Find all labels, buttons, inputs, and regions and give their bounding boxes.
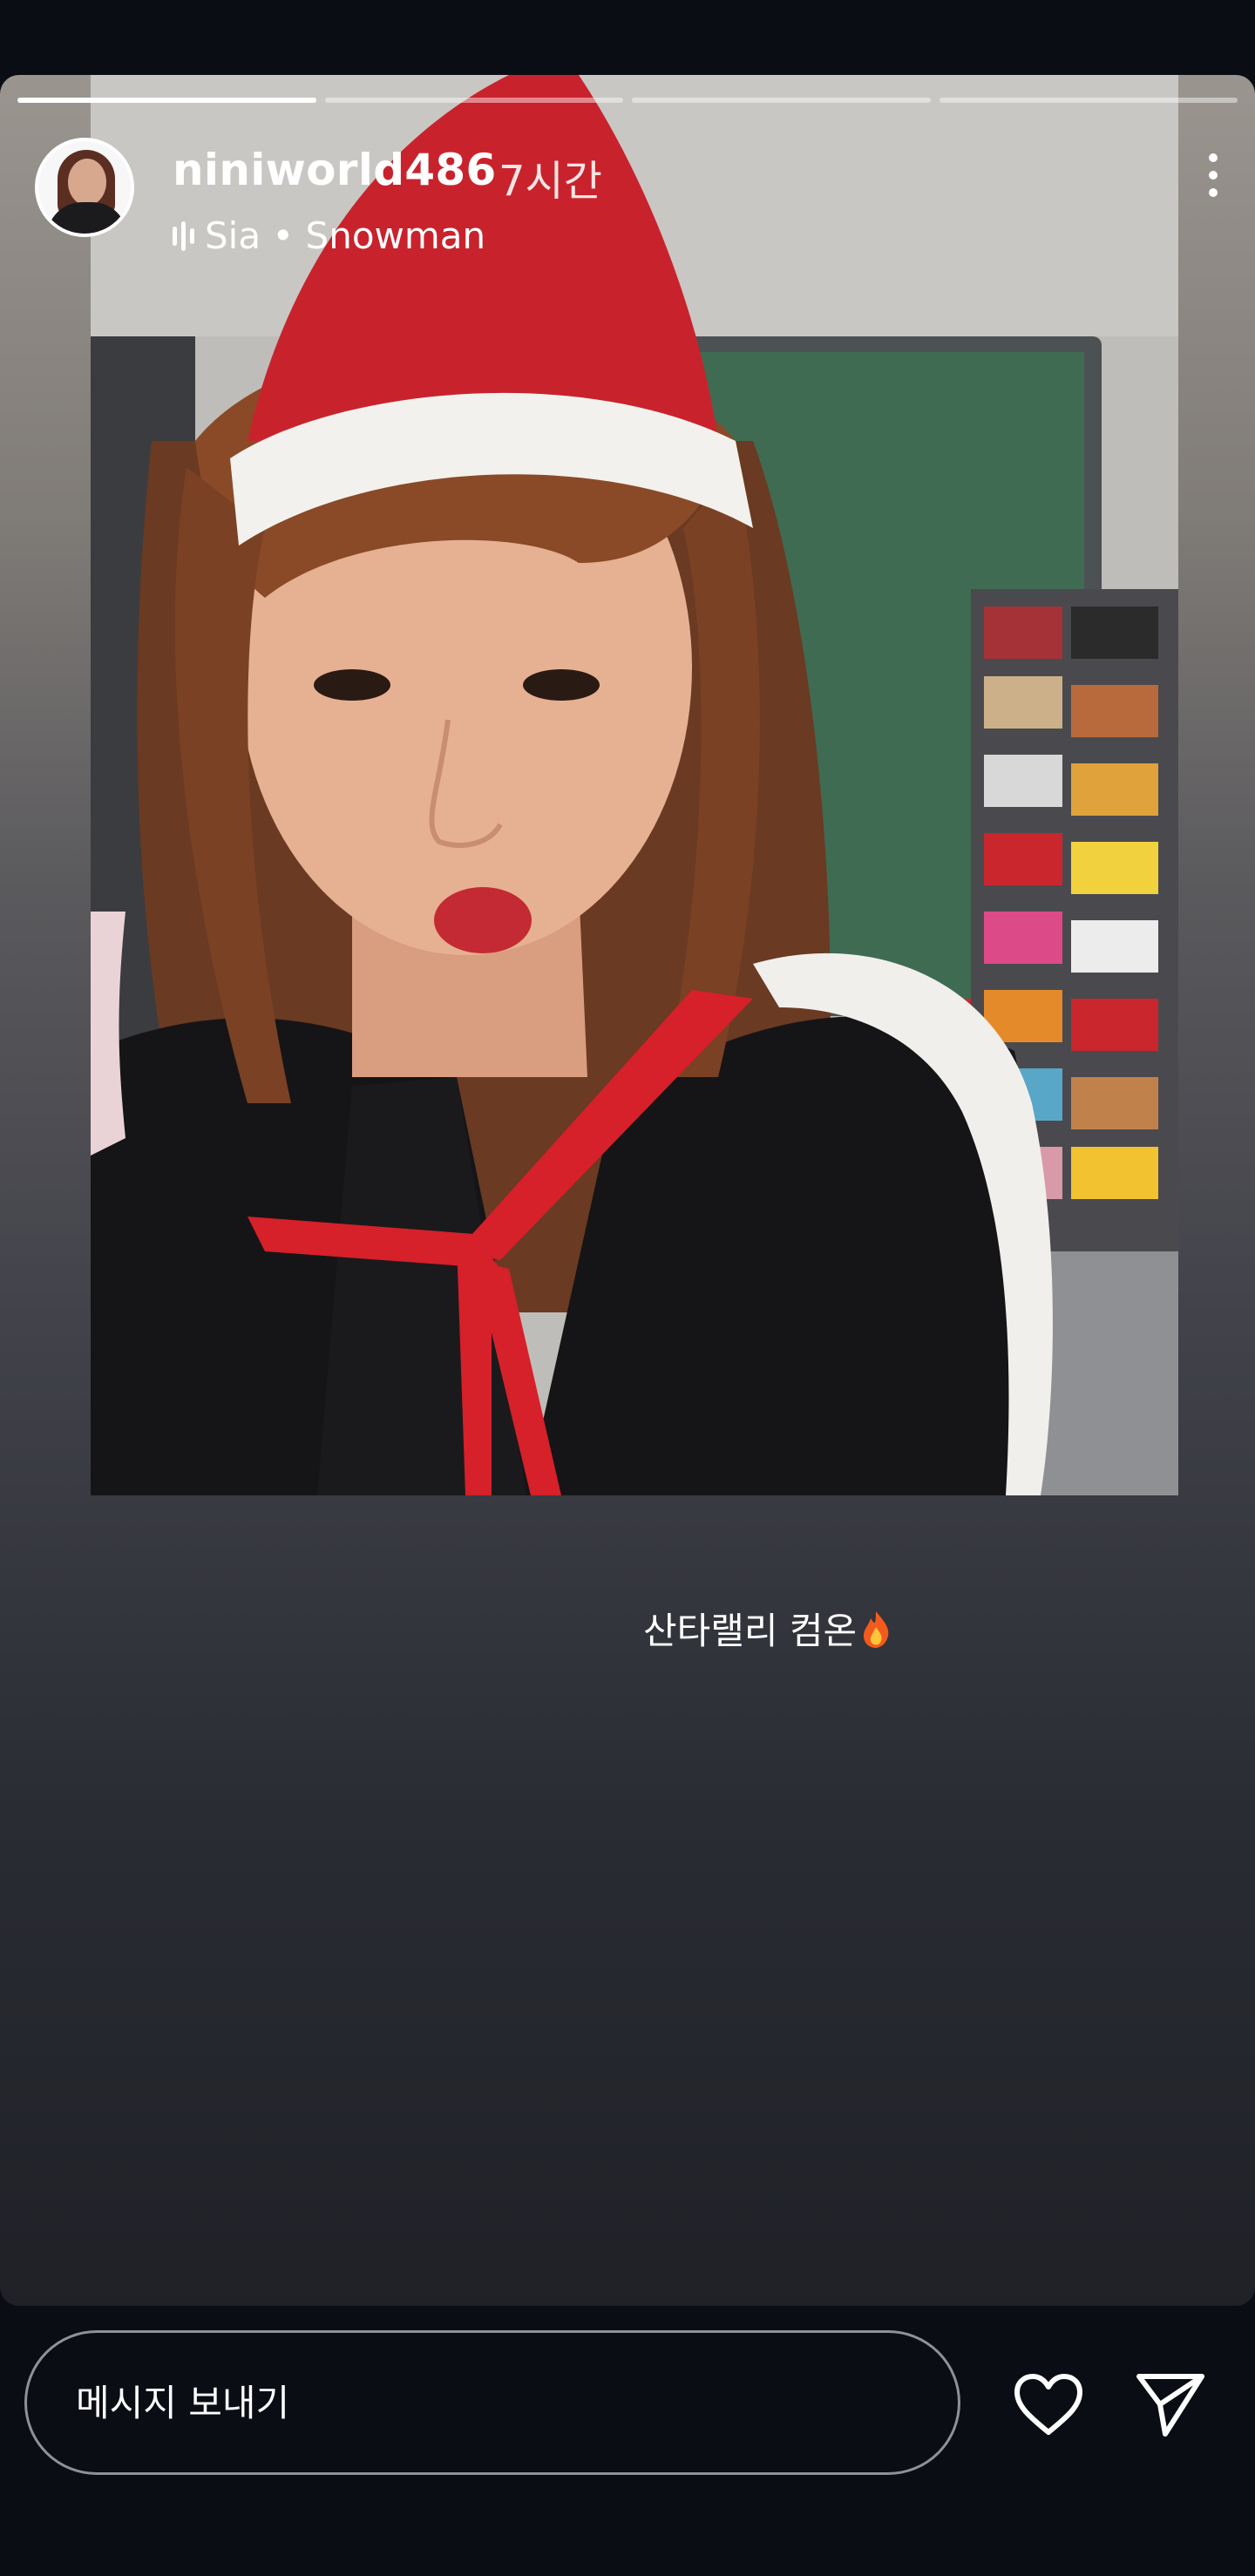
reply-bar <box>0 2306 1255 2576</box>
progress-segment-1 <box>17 98 316 103</box>
more-vertical-icon[interactable] <box>1203 153 1224 206</box>
music-title: Sia • Snowman <box>205 214 486 257</box>
avatar-face <box>68 159 106 206</box>
progress-segment-3 <box>632 98 931 103</box>
username[interactable]: niniworld486 <box>173 145 497 195</box>
audio-waveform-icon <box>173 220 194 251</box>
music-info[interactable]: Sia • Snowman <box>173 214 485 257</box>
message-input[interactable] <box>24 2330 960 2475</box>
avatar[interactable] <box>35 138 134 237</box>
fire-emoji-icon <box>860 1610 892 1648</box>
story-photo <box>91 75 1178 1495</box>
story-header: niniworld486 7시간 Sia • Snowman <box>35 127 1220 257</box>
story-progress-bar <box>17 98 1238 103</box>
progress-segment-4 <box>939 98 1238 103</box>
story-container[interactable]: niniworld486 7시간 Sia • Snowman 산타랠리 컴온 <box>0 75 1255 2306</box>
heart-icon[interactable] <box>1009 2365 1088 2444</box>
post-time: 7시간 <box>499 157 602 206</box>
progress-segment-2 <box>324 98 623 103</box>
story-caption: 산타랠리 컴온 <box>643 1602 892 1655</box>
caption-text: 산타랠리 컴온 <box>643 1610 858 1652</box>
selfie-illustration <box>91 75 1178 1495</box>
send-icon[interactable] <box>1131 2365 1210 2444</box>
